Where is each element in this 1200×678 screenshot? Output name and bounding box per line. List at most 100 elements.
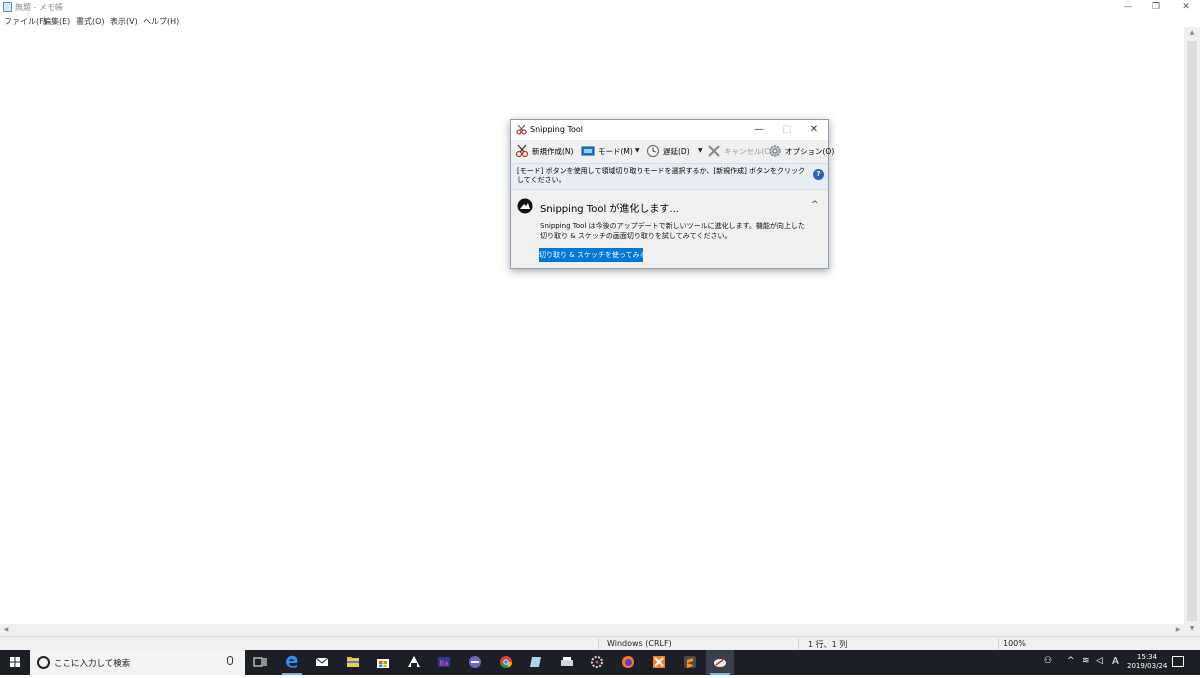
onigiri-icon bbox=[408, 656, 420, 667]
menu-help[interactable]: ヘルプ(H) bbox=[143, 16, 179, 27]
cancel-label: キャンセル(C) bbox=[724, 147, 773, 156]
ba-app-icon: Ba bbox=[438, 657, 450, 668]
firefox-icon bbox=[622, 656, 634, 668]
cancel-x-icon bbox=[708, 145, 720, 157]
ime-indicator[interactable]: A bbox=[1112, 656, 1119, 667]
options-button[interactable]: オプション(O) bbox=[768, 143, 834, 159]
vertical-scrollbar[interactable]: ▲ ▼ bbox=[1184, 27, 1200, 636]
search-placeholder: ここに入力して検索 bbox=[54, 659, 131, 669]
snipping-tool-title: Snipping Tool bbox=[530, 125, 583, 134]
mail-icon bbox=[315, 657, 329, 666]
start-button[interactable] bbox=[0, 650, 30, 675]
taskbar-onigiri-app[interactable] bbox=[400, 650, 428, 675]
scroll-up-icon[interactable]: ▲ bbox=[1184, 27, 1200, 39]
mode-button[interactable]: モード(M) ▼ bbox=[581, 143, 643, 159]
taskbar-edge[interactable] bbox=[278, 650, 306, 675]
close-button[interactable]: ✕ bbox=[1172, 0, 1200, 14]
rectangle-mode-icon bbox=[581, 146, 595, 156]
taskbar-mail[interactable] bbox=[308, 650, 336, 675]
new-snip-label: 新規作成(N) bbox=[532, 147, 574, 156]
scissors-icon bbox=[516, 124, 527, 135]
taskbar-snipping-tool[interactable] bbox=[706, 650, 734, 675]
clock-time: 15:34 bbox=[1136, 653, 1158, 661]
folder-icon bbox=[347, 657, 359, 667]
gear-icon bbox=[769, 145, 781, 157]
taskbar-store[interactable] bbox=[369, 650, 397, 675]
snipping-tool-window: Snipping Tool — □ ✕ 新規作成(N) モード(M) ▼ 遅延(… bbox=[510, 119, 834, 269]
menu-file[interactable]: ファイル(F) bbox=[4, 16, 47, 27]
help-icon[interactable]: ? bbox=[813, 169, 824, 180]
taskbar: ここに入力して検索 Ba ⚇ ^ ≋ ◁ A 15:34 2019/03/24 bbox=[0, 650, 1200, 675]
scroll-left-icon[interactable]: ◀ bbox=[0, 624, 12, 636]
notebook-icon bbox=[530, 657, 541, 667]
status-encoding: Windows (CRLF) bbox=[607, 639, 672, 648]
snipping-tool-titlebar[interactable]: Snipping Tool — □ ✕ bbox=[511, 120, 828, 140]
status-bar: Windows (CRLF) 1 行、1 列 100% bbox=[0, 636, 1200, 650]
wifi-icon[interactable]: ≋ bbox=[1082, 656, 1090, 666]
printer-icon bbox=[561, 657, 573, 666]
scroll-down-icon[interactable]: ▼ bbox=[1184, 623, 1200, 635]
clock-icon bbox=[646, 144, 660, 158]
chrome-icon bbox=[500, 656, 513, 669]
promo-panel: Snipping Tool が進化します... ^ Snipping Tool … bbox=[511, 190, 828, 268]
notification-icon[interactable] bbox=[1172, 656, 1184, 667]
store-icon bbox=[377, 659, 389, 668]
taskbar-app-notebook[interactable] bbox=[522, 650, 550, 675]
options-label: オプション(O) bbox=[785, 147, 835, 156]
snip-close-button[interactable]: ✕ bbox=[800, 120, 828, 140]
clock-date: 2019/03/24 bbox=[1127, 662, 1168, 670]
try-snip-sketch-button[interactable]: 切り取り & スケッチを使ってみる bbox=[539, 248, 647, 262]
scroll-right-icon[interactable]: ▶ bbox=[1172, 624, 1184, 636]
menu-format[interactable]: 書式(O) bbox=[76, 16, 105, 27]
svg-text:Ba: Ba bbox=[440, 660, 449, 668]
notepad-titlebar[interactable]: 無題 - メモ帳 — ❐ ✕ bbox=[0, 0, 1200, 14]
menu-edit[interactable]: 編集(E) bbox=[43, 16, 70, 27]
delay-button[interactable]: 遅延(D) ▼ bbox=[646, 143, 704, 159]
cancel-button: キャンセル(C) bbox=[707, 143, 773, 159]
chevron-up-icon[interactable]: ^ bbox=[811, 200, 819, 210]
info-bar: [モード] ボタンを使用して領域切り取りモードを選択するか、[新規作成] ボタン… bbox=[511, 163, 828, 190]
taskbar-app-xampp[interactable] bbox=[645, 650, 673, 675]
mode-label: モード(M) bbox=[598, 147, 633, 156]
taskbar-app-printer[interactable] bbox=[553, 650, 581, 675]
taskbar-app-ba[interactable]: Ba bbox=[430, 650, 458, 675]
notepad-icon bbox=[3, 2, 12, 12]
task-view-button[interactable] bbox=[246, 650, 274, 675]
taskbar-app-gear[interactable] bbox=[583, 650, 611, 675]
snipping-toolbar: 新規作成(N) モード(M) ▼ 遅延(D) ▼ キャンセル(C) オプション(… bbox=[511, 140, 834, 162]
snip-maximize-button: □ bbox=[782, 124, 792, 135]
new-snip-button[interactable]: 新規作成(N) bbox=[515, 143, 577, 159]
volume-icon[interactable]: ◁ bbox=[1096, 656, 1103, 666]
mode-dropdown-icon[interactable]: ▼ bbox=[635, 147, 640, 154]
restore-button[interactable]: ❐ bbox=[1142, 0, 1170, 14]
taskbar-search[interactable]: ここに入力して検索 bbox=[30, 650, 245, 675]
scroll-thumb[interactable] bbox=[1187, 41, 1197, 621]
cortana-icon bbox=[37, 656, 50, 669]
text-editor-area[interactable] bbox=[0, 27, 1184, 624]
taskbar-explorer[interactable] bbox=[339, 650, 367, 675]
task-view-icon bbox=[253, 657, 267, 667]
menu-bar: ファイル(F) 編集(E) 書式(O) 表示(V) ヘルプ(H) bbox=[0, 14, 1200, 27]
chevron-up-tray-icon[interactable]: ^ bbox=[1067, 656, 1075, 666]
people-icon[interactable]: ⚇ bbox=[1044, 656, 1052, 666]
delay-label: 遅延(D) bbox=[663, 147, 690, 156]
menu-view[interactable]: 表示(V) bbox=[110, 16, 138, 27]
microphone-icon[interactable] bbox=[227, 656, 233, 665]
info-text: [モード] ボタンを使用して領域切り取りモードを選択するか、[新規作成] ボタン… bbox=[517, 167, 806, 184]
sublime-icon bbox=[684, 656, 696, 668]
new-snip-icon bbox=[515, 144, 529, 158]
snip-minimize-button[interactable]: — bbox=[745, 120, 773, 140]
horizontal-scrollbar[interactable]: ◀ ▶ bbox=[0, 624, 1184, 636]
taskbar-app-round[interactable] bbox=[461, 650, 489, 675]
promo-title: Snipping Tool が進化します... bbox=[540, 204, 679, 215]
taskbar-sublime[interactable] bbox=[676, 650, 704, 675]
minimize-button[interactable]: — bbox=[1114, 0, 1142, 14]
taskbar-chrome[interactable] bbox=[492, 650, 520, 675]
promo-description: Snipping Tool は今後のアップデートで新しいツールに進化します。機能… bbox=[540, 222, 805, 240]
delay-dropdown-icon[interactable]: ▼ bbox=[698, 147, 703, 154]
snip-sketch-logo-icon bbox=[517, 198, 533, 214]
clock[interactable]: 15:34 2019/03/24 bbox=[1127, 653, 1167, 671]
xampp-icon bbox=[653, 656, 665, 668]
status-zoom: 100% bbox=[1003, 639, 1026, 648]
taskbar-firefox[interactable] bbox=[614, 650, 642, 675]
